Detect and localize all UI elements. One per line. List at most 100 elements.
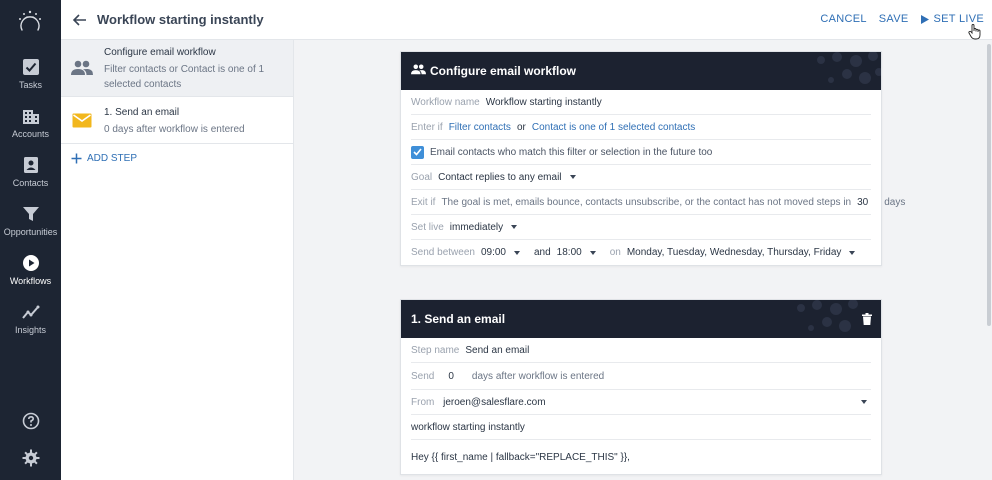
nav-item-opportunities[interactable]: Opportunities [0,205,61,237]
send-from-select[interactable]: 09:00 [481,247,520,258]
enter-if-label: Enter if [411,121,443,133]
nav-label-workflows: Workflows [9,276,52,286]
nav-item-contacts[interactable]: Contacts [0,156,61,188]
send-from-value: 09:00 [480,247,506,258]
workflow-name-label: Workflow name [411,96,480,108]
email-body-line: Hey {{ first_name | fallback="REPLACE_TH… [411,451,630,463]
people-icon [411,64,426,75]
people-icon [71,60,93,75]
plus-icon [71,153,82,164]
nav-label-tasks: Tasks [18,80,42,90]
exit-if-label: Exit if [411,196,436,208]
workflow-name-input[interactable]: Workflow starting instantly [486,97,602,108]
enter-if-row: Enter if Filter contacts or Contact is o… [411,115,871,140]
step-subtitle: 0 days after workflow is entered [104,124,245,135]
email-body[interactable]: Hey {{ first_name | fallback="REPLACE_TH… [411,440,871,474]
exit-days-input[interactable]: 30 [857,197,868,208]
insights-icon [21,305,39,319]
set-live-label: Set live [411,221,444,233]
header-actions: CANCEL SAVE SET LIVE [820,13,984,25]
step-name-label: Step name [411,344,460,356]
checkmark-icon [413,148,422,156]
scrollbar-thumb[interactable] [987,44,991,326]
step-title: 1. Send an email [104,107,180,118]
subject-row: workflow starting instantly [411,415,871,440]
add-step-label: ADD STEP [87,153,138,164]
or-text: or [516,121,526,133]
save-button[interactable]: SAVE [879,13,909,25]
nav-item-workflows[interactable]: Workflows [0,254,61,286]
tasks-icon [22,59,39,75]
card-title: Configure email workflow [430,64,577,78]
settings-button[interactable] [0,449,61,467]
nav-item-accounts[interactable]: Accounts [0,107,61,139]
caret-down-icon [849,250,856,255]
help-icon [22,412,39,430]
future-contacts-checkbox[interactable] [411,145,424,159]
future-contacts-row: Email contacts who match this filter or … [411,140,871,165]
play-icon [920,14,929,24]
send-delay-row: Send 0 days after workflow is entered [411,363,871,390]
help-button[interactable] [0,412,61,430]
from-label: From [411,396,435,408]
filter-contacts-link[interactable]: Filter contacts [449,122,511,133]
page-title: Workflow starting instantly [97,12,264,27]
workflows-icon [22,255,39,271]
settings-icon [22,449,39,467]
configure-card: Configure email workflow Workflow name W… [400,51,905,266]
step-send-email[interactable]: 1. Send an email 0 days after workflow i… [61,97,293,144]
caret-down-icon [513,250,520,255]
goal-select[interactable]: Contact replies to any email [438,171,576,183]
caret-down-icon [589,250,596,255]
on-text: on [609,247,621,258]
top-bar: Workflow starting instantly CANCEL SAVE … [61,0,992,40]
nav-item-insights[interactable]: Insights [0,303,61,335]
main-nav: Tasks Accounts Contacts Opportunities Wo… [0,0,61,480]
caret-down-icon [511,225,518,229]
send-days-value: Monday, Tuesday, Wednesday, Thursday, Fr… [626,247,842,258]
step-configure[interactable]: Configure email workflow Filter contacts… [61,40,293,97]
send-label: Send [411,370,435,382]
workflow-name-row: Workflow name Workflow starting instantl… [411,90,871,115]
step-title: Configure email workflow [104,47,216,58]
send-email-card: 1. Send an email Step name Send an email… [400,299,882,475]
nav-label-accounts: Accounts [11,129,50,139]
send-days-input[interactable]: 0 [448,371,454,382]
step-name-input[interactable]: Send an email [465,345,529,356]
from-value: jeroen@salesflare.com [443,396,546,408]
goal-row: Goal Contact replies to any email [411,165,871,190]
envelope-icon [72,113,92,128]
goal-value: Contact replies to any email [438,171,562,183]
nav-item-tasks[interactable]: Tasks [0,58,61,90]
exit-days-unit: days [884,196,906,208]
send-between-label: Send between [411,247,475,258]
card-header: 1. Send an email [401,300,881,338]
caret-down-icon [861,400,867,404]
send-to-value: 18:00 [556,247,582,258]
header-dot-pattern [817,52,881,84]
exit-if-text: The goal is met, emails bounce, contacts… [441,196,852,208]
send-days-select[interactable]: Monday, Tuesday, Wednesday, Thursday, Fr… [627,247,856,258]
main-scrollbar[interactable] [986,40,992,480]
nav-label-insights: Insights [14,325,47,335]
goal-label: Goal [411,171,433,183]
set-live-select[interactable]: immediately [449,221,518,233]
trash-icon[interactable] [862,313,872,325]
send-delay-suffix: days after workflow is entered [471,370,605,382]
contacts-icon [23,157,38,173]
selected-contacts-link[interactable]: Contact is one of 1 selected contacts [532,122,695,133]
from-row[interactable]: From jeroen@salesflare.com [411,390,871,415]
add-step-button[interactable]: ADD STEP [71,153,137,164]
set-live-row: Set live immediately [411,215,871,240]
cancel-button[interactable]: CANCEL [820,13,866,25]
salesflare-logo[interactable] [17,10,43,36]
future-contacts-label: Email contacts who match this filter or … [430,146,713,158]
send-to-select[interactable]: 18:00 [557,247,596,258]
nav-label-opportunities: Opportunities [3,227,58,237]
set-live-value: immediately [449,221,504,233]
hand-cursor-icon [968,24,981,40]
back-arrow-icon[interactable] [71,11,89,29]
subject-input[interactable]: workflow starting instantly [411,422,525,433]
header-dot-pattern [797,300,858,332]
accounts-icon [22,110,39,124]
